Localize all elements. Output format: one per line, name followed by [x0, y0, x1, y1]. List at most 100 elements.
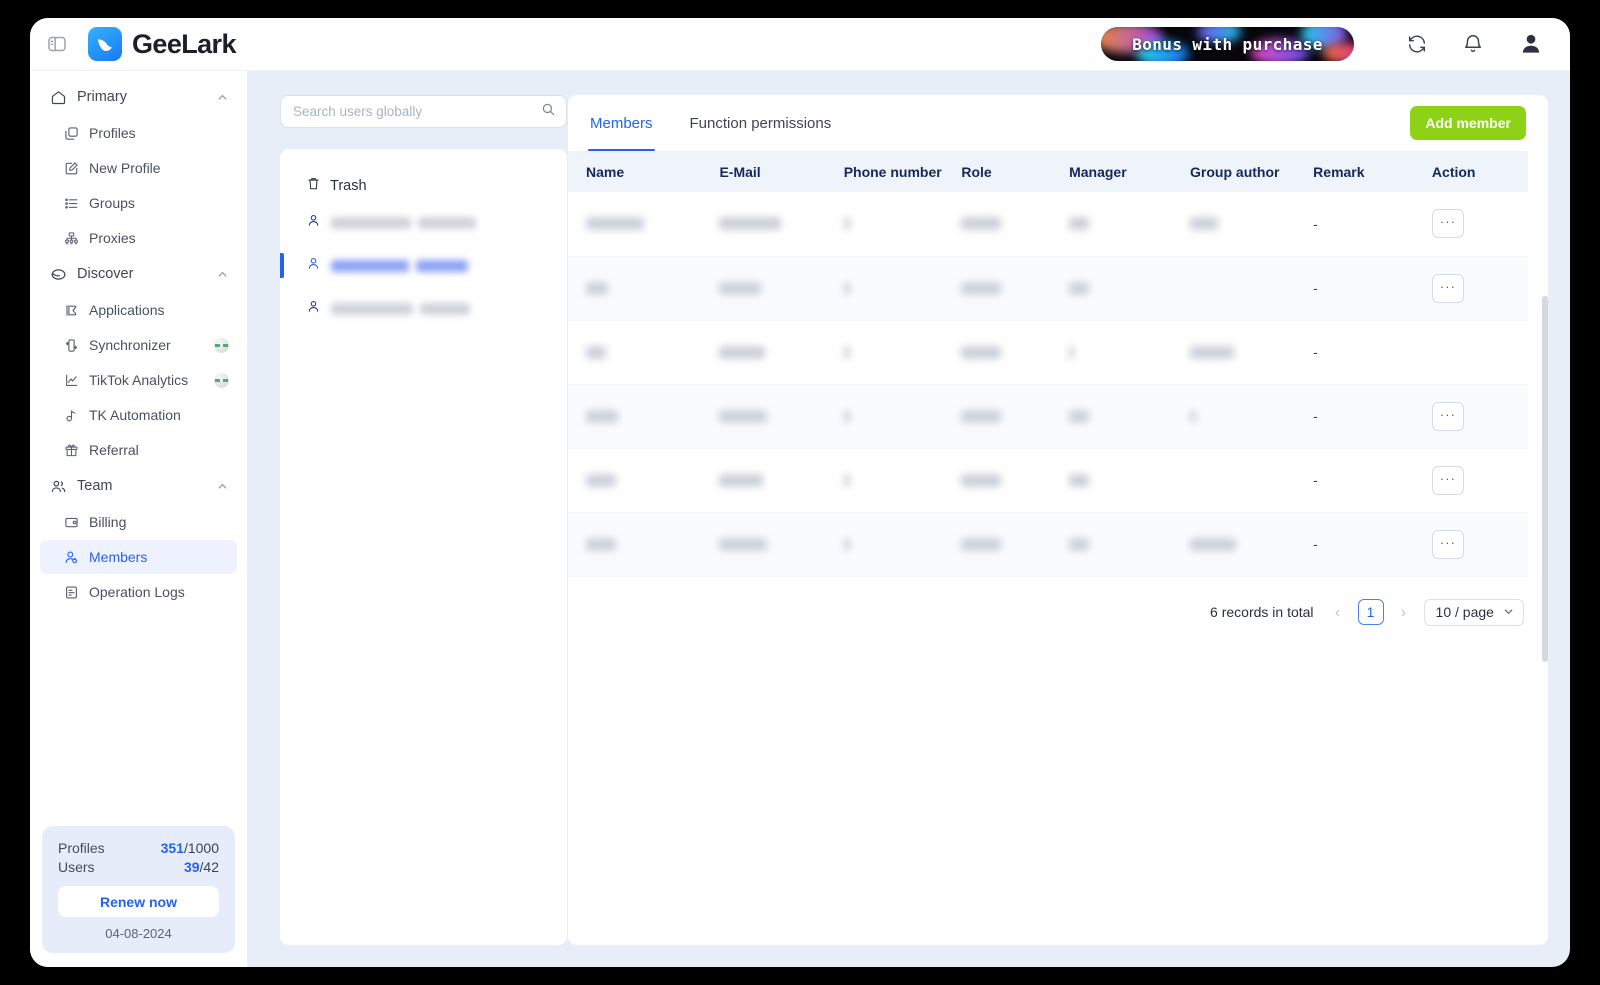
sidebar-item-billing[interactable]: Billing	[40, 505, 237, 539]
analytics-chart-icon	[62, 373, 80, 388]
trash-row[interactable]: Trash	[280, 171, 567, 201]
sidebar-item-members[interactable]: Members	[40, 540, 237, 574]
users-list-card: Trash	[280, 149, 567, 945]
sidebar-item-label: Billing	[89, 514, 127, 530]
row-action-button[interactable]: ···	[1431, 529, 1464, 559]
sidebar-item-tiktok-analytics[interactable]: TikTok Analytics	[40, 363, 237, 397]
table-row[interactable]: - ···	[568, 448, 1528, 513]
list-item[interactable]	[280, 201, 567, 244]
renew-now-button[interactable]: Renew now	[58, 886, 219, 917]
sidebar-item-operation-logs[interactable]: Operation Logs	[40, 575, 237, 609]
pagination: 6 records in total ‹ 1 › 10 / page	[568, 577, 1528, 626]
cell-email	[705, 448, 830, 513]
sidebar-item-applications[interactable]: Applications	[40, 293, 237, 327]
promo-banner[interactable]: Bonus with purchase	[1101, 27, 1354, 61]
row-action-button[interactable]: ···	[1431, 273, 1464, 303]
column-header-email: E-Mail	[705, 151, 830, 192]
table-row[interactable]: -	[568, 320, 1528, 385]
search-icon[interactable]	[541, 102, 556, 122]
quota-row-users: Users 39/42	[58, 859, 219, 875]
column-header-name: Name	[568, 151, 706, 192]
home-icon	[48, 89, 68, 106]
cell-phone	[829, 256, 948, 321]
cell-name	[568, 192, 706, 257]
bell-icon[interactable]	[1456, 27, 1490, 61]
sidebar-item-label: TK Automation	[89, 407, 181, 423]
row-action-button[interactable]: ···	[1431, 465, 1464, 495]
user-avatar-icon[interactable]	[1514, 27, 1548, 61]
sidebar-group-label: Discover	[77, 266, 134, 282]
sidebar-group-discover[interactable]: Discover	[40, 256, 237, 292]
table-scrollbar-thumb[interactable]	[1542, 296, 1548, 662]
sidebar-item-proxies[interactable]: Proxies	[40, 221, 237, 255]
table-row[interactable]: - ···	[568, 384, 1528, 449]
tiktok-note-icon	[62, 408, 80, 423]
users-pane: Trash	[280, 95, 567, 945]
quota-card: Profiles 351/1000 Users 39/42 Renew now …	[42, 826, 235, 953]
page-size-label: 10 / page	[1435, 604, 1494, 620]
tab-function-permissions[interactable]: Function permissions	[688, 95, 834, 151]
app-window: GeeLark Bonus with purchase Primary Prof…	[30, 18, 1570, 967]
cell-group-author	[1176, 192, 1300, 257]
cell-name	[568, 384, 706, 449]
cell-group-author	[1176, 320, 1300, 385]
main-content: Trash	[248, 71, 1570, 967]
table-row[interactable]: - ···	[568, 192, 1528, 257]
cell-remark: -	[1299, 384, 1418, 449]
search-input[interactable]	[293, 104, 541, 119]
person-icon	[306, 256, 321, 276]
cell-role	[947, 256, 1056, 321]
cell-group-author	[1176, 256, 1300, 321]
sidebar-item-profiles[interactable]: Profiles	[40, 116, 237, 150]
list-icon	[62, 196, 80, 211]
pagination-prev-button[interactable]: ‹	[1330, 599, 1346, 625]
cell-manager	[1055, 320, 1177, 385]
cell-group-author	[1176, 384, 1300, 449]
cell-email	[705, 192, 830, 257]
add-member-button[interactable]: Add member	[1410, 106, 1526, 140]
chevron-down-icon	[1503, 604, 1514, 620]
pagination-page-1[interactable]: 1	[1357, 599, 1384, 625]
quota-expiry-date: 04-08-2024	[105, 926, 172, 941]
table-row[interactable]: - ···	[568, 512, 1528, 577]
redacted-user-detail	[416, 259, 468, 272]
billing-card-icon	[62, 515, 80, 530]
cell-phone	[829, 384, 948, 449]
quota-users-value: 39/42	[184, 859, 219, 875]
sidebar-group-team[interactable]: Team	[40, 468, 237, 504]
tab-members[interactable]: Members	[588, 95, 655, 151]
sidebar-item-tk-automation[interactable]: TK Automation	[40, 398, 237, 432]
list-item[interactable]	[280, 287, 567, 330]
cell-remark: -	[1299, 512, 1418, 577]
row-action-button[interactable]: ···	[1431, 401, 1464, 431]
sidebar-item-referral[interactable]: Referral	[40, 433, 237, 467]
gift-icon	[62, 443, 80, 458]
cell-email	[705, 512, 830, 577]
cell-phone	[829, 192, 948, 257]
sidebar: Primary Profiles New Profile Groups Prox…	[30, 71, 248, 967]
page-size-select[interactable]: 10 / page	[1423, 598, 1524, 626]
sidebar-item-label: Applications	[89, 302, 165, 318]
search-box[interactable]	[280, 95, 567, 128]
sidebar-item-badge	[214, 337, 229, 353]
sidebar-item-groups[interactable]: Groups	[40, 186, 237, 220]
table-row[interactable]: - ···	[568, 256, 1528, 321]
sidebar-group-primary[interactable]: Primary	[40, 79, 237, 115]
logs-document-icon	[62, 585, 80, 600]
refresh-icon[interactable]	[1400, 27, 1434, 61]
sidebar-item-label: Profiles	[89, 125, 136, 141]
chevron-up-icon	[215, 90, 229, 104]
tabs-bar: Members Function permissions Add member	[568, 95, 1548, 151]
list-item[interactable]	[280, 244, 567, 287]
sidebar-group-label: Primary	[77, 89, 127, 105]
panel-toggle-icon[interactable]	[44, 31, 70, 57]
sidebar-item-new-profile[interactable]: New Profile	[40, 151, 237, 185]
chevron-up-icon	[215, 479, 229, 493]
row-action-button[interactable]: ···	[1431, 209, 1464, 239]
quota-users-label: Users	[58, 859, 95, 875]
sidebar-item-synchronizer[interactable]: Synchronizer	[40, 328, 237, 362]
table-scrollbar-track[interactable]	[1542, 296, 1548, 662]
pagination-next-button[interactable]: ›	[1396, 599, 1412, 625]
cell-group-author	[1176, 448, 1300, 513]
sidebar-item-label: Members	[89, 549, 148, 565]
